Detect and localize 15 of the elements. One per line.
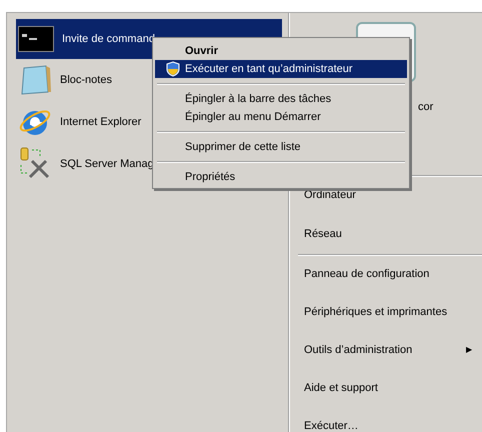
menu-link[interactable]: Panneau de configuration [298,255,482,293]
shield-icon [165,61,181,77]
menu-link[interactable]: Exécuter… [298,407,482,432]
menu-link[interactable]: Réseau [298,215,482,254]
context-menu-item[interactable]: Épingler à la barre des tâches [155,90,407,108]
menu-link[interactable]: Aide et support [298,369,482,407]
menu-link[interactable]: Périphériques et imprimantes [298,293,482,331]
context-menu-item[interactable]: Propriétés [155,168,407,186]
context-menu-item[interactable]: Exécuter en tant qu’administrateur [155,60,407,78]
context-menu-item[interactable]: Supprimer de cette liste [155,138,407,156]
tools-icon [18,147,52,181]
console-icon [18,26,54,52]
context-menu-item[interactable]: Épingler au menu Démarrer [155,108,407,126]
submenu-arrow-icon: ▶ [466,344,472,356]
menu-link[interactable]: Outils d’administration ▶ [298,331,482,369]
